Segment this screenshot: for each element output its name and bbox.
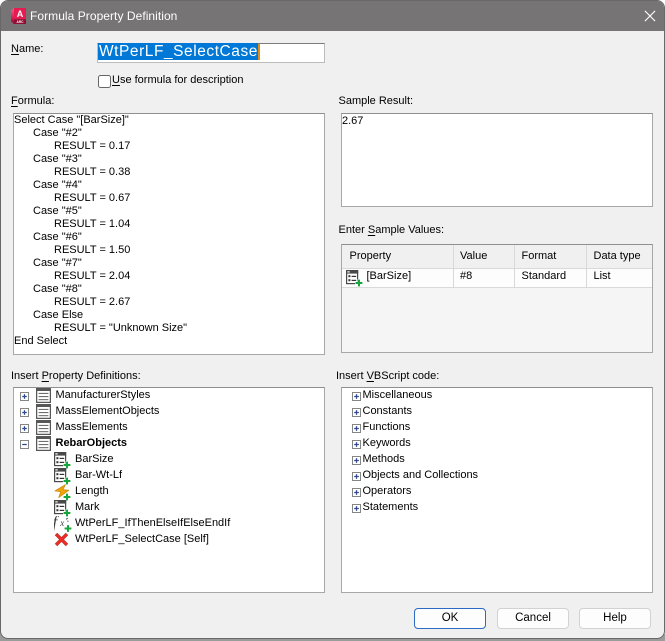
svg-text:A: A (17, 9, 24, 19)
svg-text:x: x (59, 518, 64, 528)
svg-text:ARC: ARC (17, 20, 25, 24)
svg-text:f: f (54, 516, 60, 532)
